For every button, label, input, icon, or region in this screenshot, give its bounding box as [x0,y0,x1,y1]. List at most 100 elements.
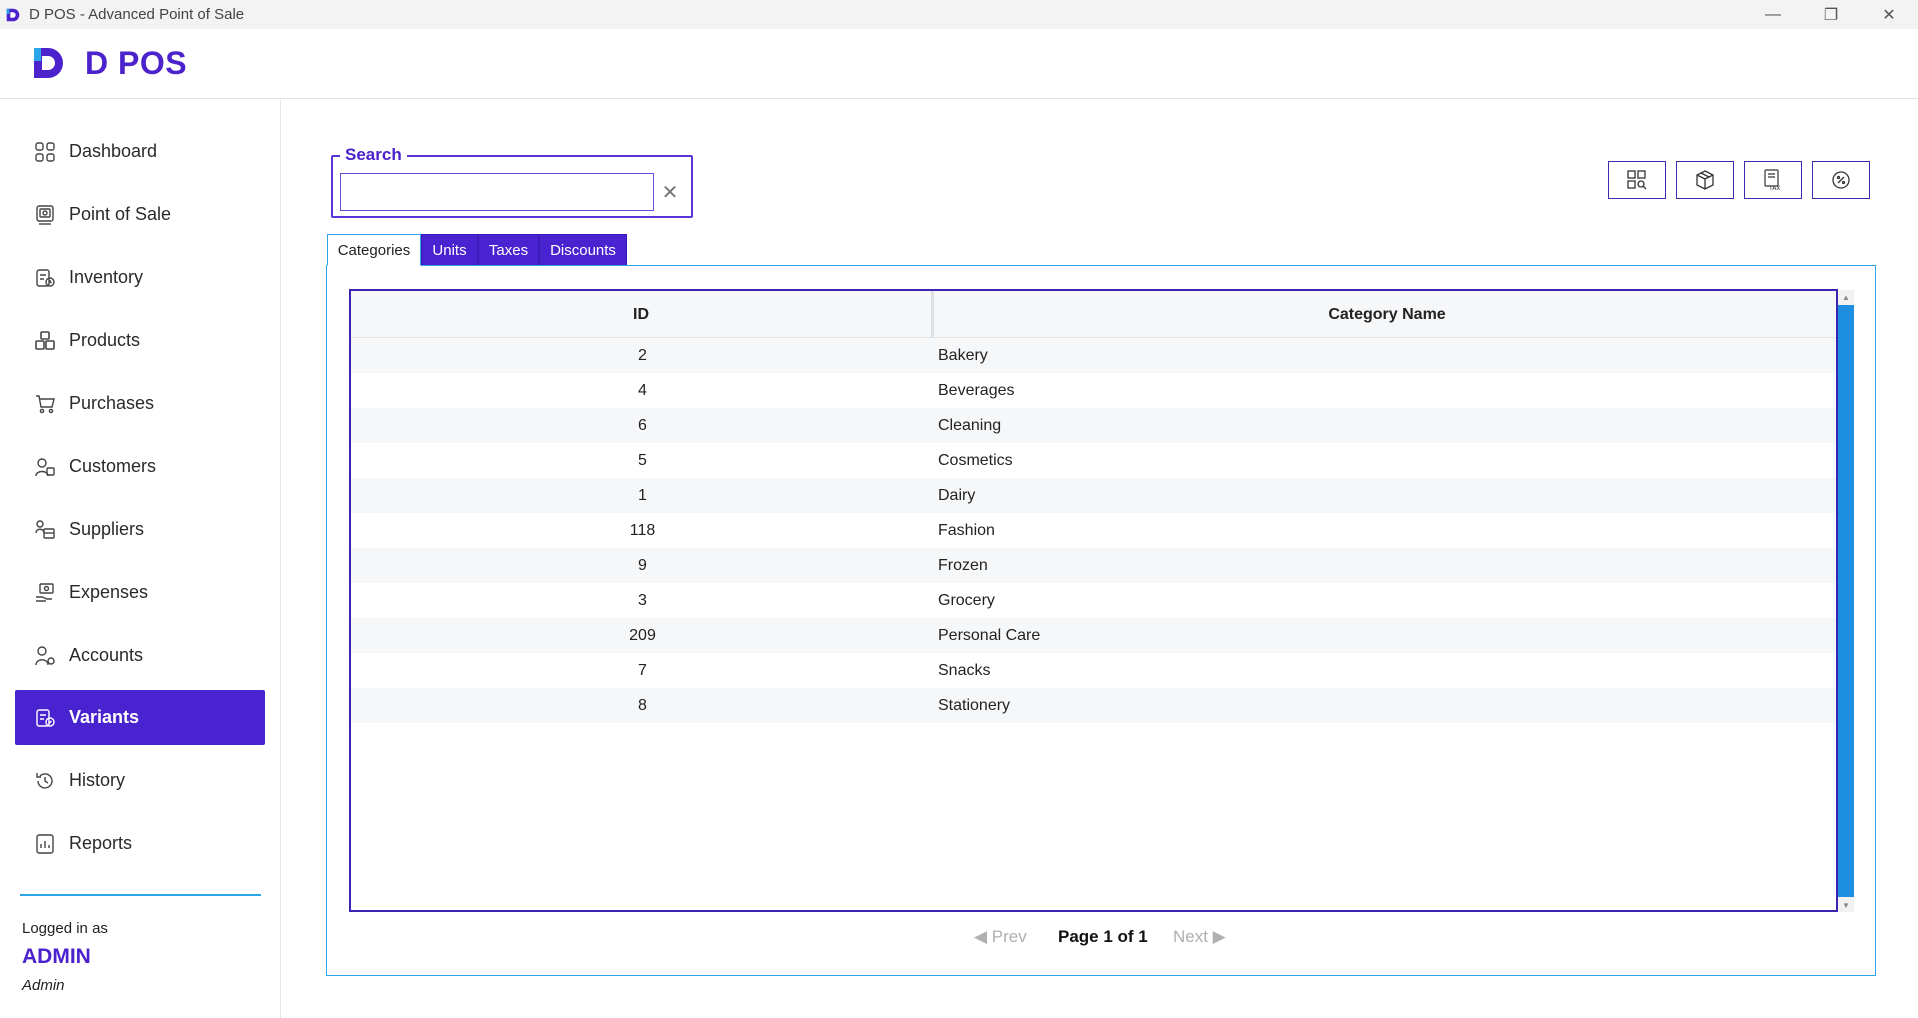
sidebar-item-label: Reports [69,833,133,853]
clear-search-button[interactable]: ✕ [660,178,680,206]
tab-discounts[interactable]: Discounts [539,234,627,266]
table-row[interactable]: 4 Beverages [351,373,1836,408]
sidebar-item-accounts[interactable]: Accounts [15,628,265,683]
table-header: ID Category Name [351,291,1836,338]
sidebar-item-label: Purchases [69,393,155,413]
column-header-category-name[interactable]: Category Name [937,291,1836,338]
sidebar-item-label: Point of Sale [69,204,172,224]
cart-icon [33,392,57,416]
cell-id: 6 [638,416,647,434]
sidebar-item-purchases[interactable]: Purchases [15,376,265,431]
table-row[interactable]: 2 Bakery [351,338,1836,373]
table-row[interactable]: 118 Fashion [351,513,1836,548]
products-icon [33,329,57,353]
column-header-id[interactable]: ID [351,291,934,338]
discount-icon [1832,171,1850,189]
discounts-view-button[interactable] [1812,161,1870,199]
inventory-icon [33,266,57,290]
categories-view-button[interactable] [1608,161,1666,199]
tax-icon: TAX [1764,169,1780,192]
cell-id: 3 [638,591,647,609]
sidebar-item-reports[interactable]: Reports [15,816,265,871]
cell-id: 1 [638,486,647,504]
table-row[interactable]: 1 Dairy [351,478,1836,513]
logged-in-role: Admin [22,977,65,994]
title-bar: D POS - Advanced Point of Sale — ❐ ✕ [0,0,1918,29]
cell-category-name: Grocery [938,591,995,609]
logged-in-user: ADMIN [22,945,91,968]
scrollbar-thumb[interactable] [1838,305,1854,897]
app-header: D POS [0,29,1918,99]
cell-id: 9 [638,556,647,574]
sidebar-item-history[interactable]: History [15,753,265,808]
cell-id: 8 [638,696,647,714]
cell-category-name: Cleaning [938,416,1002,434]
cell-id: 209 [629,626,656,644]
table-scrollbar[interactable]: ▲ ▼ [1838,290,1854,912]
sidebar-item-label: Expenses [69,582,149,602]
accounts-icon [33,644,57,668]
close-button[interactable]: ✕ [1860,0,1918,29]
cell-category-name: Fashion [938,521,995,539]
sidebar-item-label: Inventory [69,267,144,287]
cell-category-name: Stationery [938,696,1011,714]
sidebar-item-variants[interactable]: Variants [15,690,265,745]
cell-category-name: Cosmetics [938,451,1013,469]
restore-button[interactable]: ❐ [1802,0,1860,29]
sidebar-item-expenses[interactable]: Expenses [15,565,265,620]
next-page-button[interactable]: Next ▶ [1173,925,1226,949]
cell-category-name: Bakery [938,346,988,364]
page-indicator: Page 1 of 1 [1058,927,1148,946]
sidebar-item-label: Dashboard [69,141,158,161]
history-icon [33,769,57,793]
brand-name: D POS [85,45,188,81]
unit-box-icon [1696,170,1714,190]
cell-id: 7 [638,661,647,679]
search-input[interactable] [340,173,654,211]
table-row[interactable]: 9 Frozen [351,548,1836,583]
sidebar-item-products[interactable]: Products [15,313,265,368]
table-row[interactable]: 6 Cleaning [351,408,1836,443]
sidebar-divider [20,894,261,896]
sidebar-item-dashboard[interactable]: Dashboard [15,124,265,179]
sidebar-item-label: History [69,770,126,790]
table-row[interactable]: 3 Grocery [351,583,1836,618]
scroll-down-icon[interactable]: ▼ [1838,898,1854,912]
cell-id: 4 [638,381,647,399]
sidebar-item-label: Customers [69,456,157,476]
sidebar-item-customers[interactable]: Customers [15,439,265,494]
sidebar-item-inventory[interactable]: Inventory [15,250,265,305]
svg-text:TAX: TAX [1768,185,1780,192]
minimize-button[interactable]: — [1744,0,1802,29]
sidebar-item-label: Suppliers [69,519,145,539]
prev-page-button[interactable]: ◀ Prev [974,925,1027,949]
tab-units[interactable]: Units [421,234,478,266]
cell-id: 118 [629,521,656,539]
sidebar-item-point-of-sale[interactable]: Point of Sale [15,187,265,242]
cell-id: 2 [638,346,647,364]
cell-category-name: Personal Care [938,626,1041,644]
expenses-icon [33,581,57,605]
table-row[interactable]: 209 Personal Care [351,618,1836,653]
pos-terminal-icon [33,203,57,227]
sidebar-item-label: Products [69,330,141,350]
search-label: Search [340,145,407,165]
sidebar: Dashboard Point of Sale Inventory Produc… [0,100,281,1018]
brand-logo-icon [34,48,63,78]
units-view-button[interactable] [1676,161,1734,199]
cell-category-name: Snacks [938,661,991,679]
scroll-up-icon[interactable]: ▲ [1838,290,1854,304]
table-row[interactable]: 8 Stationery [351,688,1836,723]
sidebar-item-suppliers[interactable]: Suppliers [15,502,265,557]
tab-taxes[interactable]: Taxes [478,234,539,266]
customers-icon [33,455,57,479]
taxes-view-button[interactable]: TAX [1744,161,1802,199]
table-row[interactable]: 7 Snacks [351,653,1836,688]
variants-icon [33,706,57,730]
table-row[interactable]: 5 Cosmetics [351,443,1836,478]
cell-category-name: Frozen [938,556,988,574]
cell-id: 5 [638,451,647,469]
logged-in-label: Logged in as [22,920,108,937]
sidebar-item-label: Accounts [69,645,144,665]
tab-categories[interactable]: Categories [327,234,421,266]
